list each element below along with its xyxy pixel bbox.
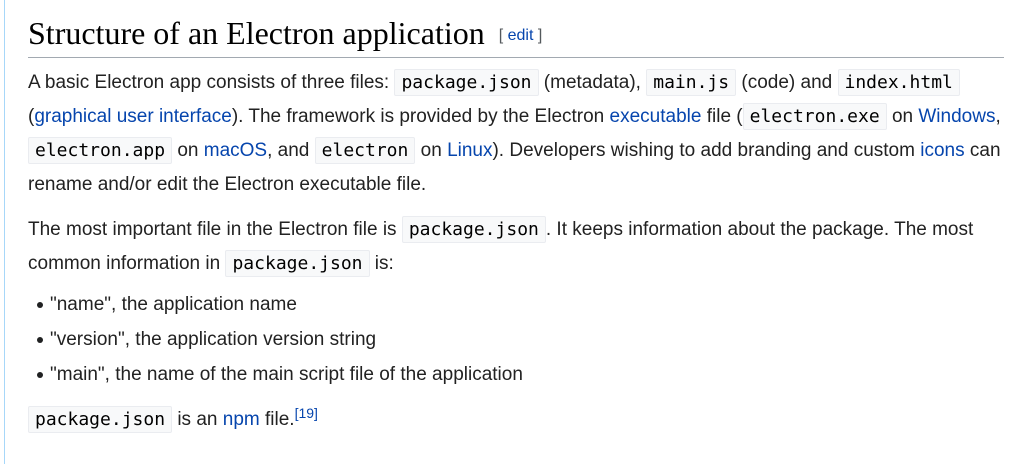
text: file. [259,409,295,430]
article-section: Structure of an Electron application [ ed… [28,0,1004,437]
list-item: "version", the application version strin… [37,322,1004,357]
text: on [415,140,448,161]
text: , [995,106,1001,127]
text: A basic Electron app consists of three f… [28,72,395,93]
link-npm[interactable]: npm [223,409,260,430]
edit-bracket-close: ] [537,27,543,44]
link-linux[interactable]: Linux [447,140,492,161]
text: ). Developers wishing to add branding an… [492,140,921,161]
text: ). The framework is provided by the Elec… [231,106,610,127]
paragraph-2: The most important file in the Electron … [28,213,1004,281]
bullet-icon [37,302,43,308]
code-electron-exe: electron.exe [742,103,887,130]
edit-section: [ edit ] [499,27,543,44]
paragraph-3: package.json is an npm file.[19] [28,403,1004,437]
edit-link[interactable]: edit [508,27,534,44]
link-macos[interactable]: macOS [204,140,267,161]
text: (code) and [736,72,838,93]
code-package-json: package.json [401,216,546,243]
link-executable[interactable]: executable [610,106,702,127]
text: on [172,140,204,161]
text: is an [172,409,223,430]
list-item-text: "main", the name of the main script file… [50,364,523,385]
section-title: Structure of an Electron application [28,15,485,51]
text: is: [369,253,394,274]
text: file ( [701,106,743,127]
code-package-json: package.json [28,406,173,433]
text: on [886,106,919,127]
list-item-text: "name", the application name [50,294,297,315]
link-graphical-user-interface[interactable]: graphical user interface [34,106,232,127]
reference-link[interactable]: [19] [295,405,318,421]
edit-bracket-open: [ [498,27,504,44]
code-main-js: main.js [646,69,737,96]
code-index-html: index.html [837,69,960,96]
list-item-text: "version", the application version strin… [50,329,377,350]
text: , and [267,140,315,161]
list-item: "main", the name of the main script file… [37,357,1004,392]
code-electron: electron [314,137,416,164]
bullet-icon [37,372,43,378]
link-icons[interactable]: icons [920,140,964,161]
section-heading: Structure of an Electron application [ ed… [28,0,1004,58]
info-list: "name", the application name "version", … [28,287,1004,392]
text: (metadata), [538,72,647,93]
list-item: "name", the application name [37,287,1004,322]
text: The most important file in the Electron … [28,219,402,240]
bullet-icon [37,337,43,343]
code-package-json: package.json [225,250,370,277]
paragraph-1: A basic Electron app consists of three f… [28,66,1004,202]
code-package-json: package.json [394,69,539,96]
code-electron-app: electron.app [28,137,173,164]
link-windows[interactable]: Windows [918,106,995,127]
left-border [4,0,5,464]
